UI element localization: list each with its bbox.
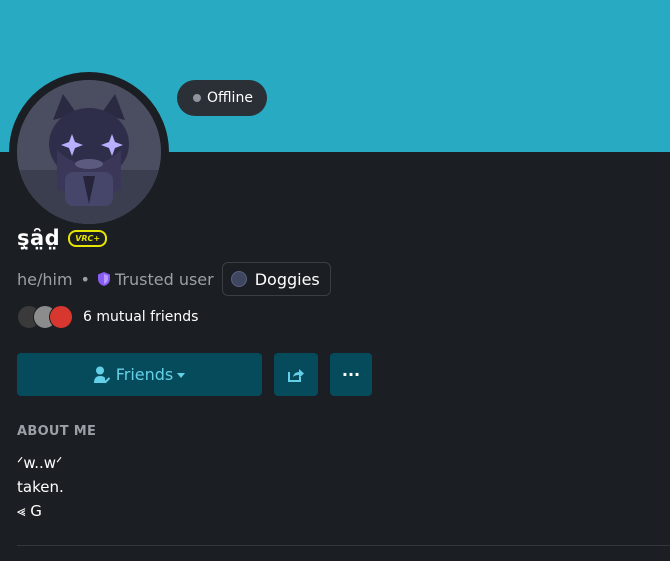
mutual-friends[interactable]: 6 mutual friends <box>17 305 198 329</box>
mutual-avatar <box>49 305 73 329</box>
section-divider <box>17 545 670 546</box>
avatar-image <box>17 80 161 224</box>
about-me-text: ᐟw..wᐟ taken. ⪡ G <box>17 454 64 520</box>
name-row: ş̤ȃ̤d̤ VRC+ <box>17 226 108 250</box>
friends-button-label: Friends <box>115 365 174 384</box>
share-icon <box>288 368 304 382</box>
vrc-plus-badge: VRC+ <box>68 229 108 247</box>
more-icon: ··· <box>341 365 361 384</box>
mutual-friends-count: 6 mutual friends <box>83 309 199 325</box>
caret-down-icon <box>177 373 186 378</box>
status-dot-icon <box>193 94 201 102</box>
status-pill: Offline <box>177 80 267 116</box>
meta-separator: • <box>80 269 90 289</box>
avatar[interactable] <box>17 80 161 224</box>
user-check-icon <box>93 366 110 383</box>
more-options-button[interactable]: ··· <box>330 353 372 396</box>
group-icon <box>230 271 247 287</box>
shield-icon <box>97 272 110 286</box>
profile-meta: he/him • Trusted user Doggies <box>17 262 331 296</box>
display-name: ş̤ȃ̤d̤ <box>17 226 61 250</box>
pronouns: he/him <box>17 269 73 289</box>
trust-rank: Trusted user <box>114 269 214 289</box>
group-chip[interactable]: Doggies <box>221 262 331 296</box>
status-label: Offline <box>207 90 253 106</box>
about-me-heading: ABOUT ME <box>17 424 97 439</box>
friends-button[interactable]: Friends <box>17 353 262 396</box>
avatar-ring <box>9 72 169 232</box>
group-name: Doggies <box>254 269 320 289</box>
share-button[interactable] <box>274 353 318 396</box>
